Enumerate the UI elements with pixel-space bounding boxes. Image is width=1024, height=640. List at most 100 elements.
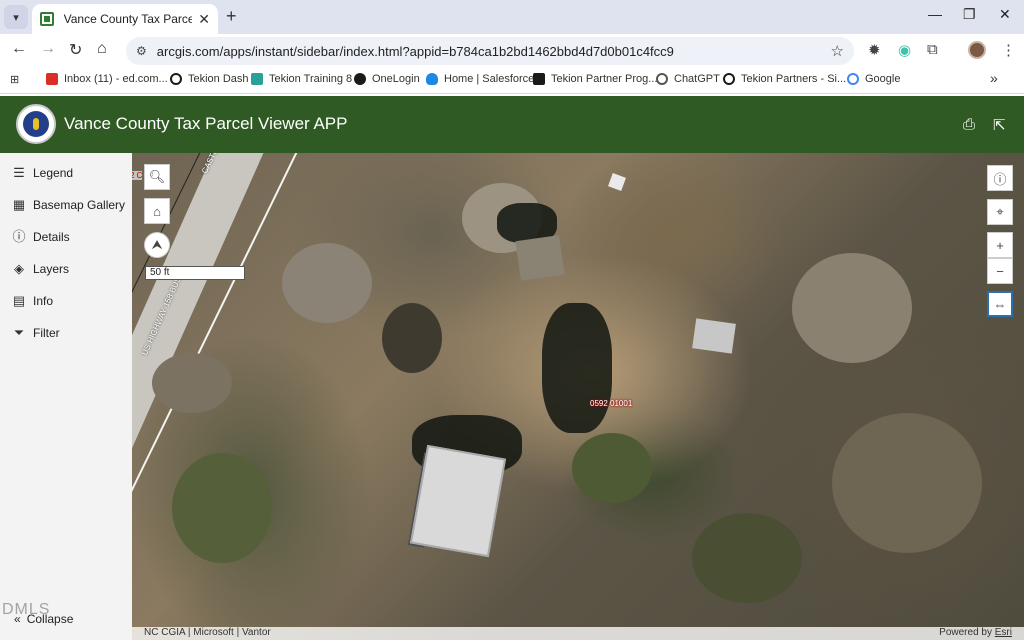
- esri-link[interactable]: Esri: [995, 627, 1012, 638]
- map-home-button[interactable]: ⌂: [144, 198, 170, 224]
- zoom-out-button[interactable]: −: [987, 258, 1013, 284]
- bookmark-google[interactable]: Google: [847, 73, 900, 85]
- tree-shadow: [542, 303, 612, 433]
- scale-bar: 50 ft: [145, 266, 245, 280]
- extensions-puzzle-icon[interactable]: ⧉: [927, 41, 938, 58]
- bookmark-tekion-partners[interactable]: Tekion Partners - Si...: [723, 73, 846, 85]
- map-view[interactable]: 2 C CASTLE DR US HIGHWAY 158 BUS 0592 01…: [132, 153, 1024, 640]
- browser-menu-icon[interactable]: ⋮: [1001, 41, 1016, 59]
- close-tab-icon[interactable]: ✕: [198, 11, 210, 28]
- tab-search-dropdown-icon[interactable]: ▾: [4, 5, 28, 29]
- chatgpt-icon: [656, 73, 668, 85]
- sidebar-item-label: Layers: [33, 262, 70, 276]
- ruler-icon: ⇔: [993, 296, 1007, 312]
- bookmarks-overflow-icon[interactable]: »: [990, 70, 998, 86]
- map-info-button[interactable]: ⓘ: [987, 165, 1013, 191]
- sidebar-item-layers[interactable]: ◈ Layers: [12, 261, 70, 277]
- forward-arrow-icon[interactable]: →: [40, 40, 56, 58]
- bookmark-gmail[interactable]: Inbox (11) - ed.com...: [46, 73, 168, 85]
- extension-circle-icon[interactable]: ◉: [898, 41, 911, 59]
- tree-canopy: [832, 413, 982, 553]
- compass-button[interactable]: ⮝: [144, 232, 170, 258]
- compass-icon: ⮝: [151, 237, 163, 252]
- tekion-partner-icon: [533, 73, 545, 85]
- outbuilding-structure: [692, 318, 736, 354]
- measure-button[interactable]: ⇔: [987, 291, 1013, 317]
- sidebar-item-legend[interactable]: ☰ Legend: [12, 165, 74, 181]
- sidebar-item-filter[interactable]: ⏷ Filter: [12, 325, 60, 341]
- search-icon: 🔍︎: [148, 169, 166, 184]
- print-icon[interactable]: ⎙: [963, 116, 975, 133]
- arcgis-favicon-icon: [40, 12, 54, 26]
- bookmark-tekion-dash[interactable]: Tekion Dash: [170, 73, 249, 85]
- bookmark-label: ChatGPT: [674, 73, 720, 85]
- profile-avatar[interactable]: [968, 41, 986, 59]
- county-seal-logo: [16, 104, 56, 144]
- map-search-button[interactable]: 🔍︎: [144, 164, 170, 190]
- collapse-label: Collapse: [26, 612, 74, 626]
- window-minimize-button[interactable]: —: [928, 6, 942, 22]
- sidebar-item-label: Filter: [33, 326, 60, 340]
- site-settings-icon[interactable]: ⚙: [136, 44, 147, 58]
- window-close-button[interactable]: ✕: [999, 6, 1011, 23]
- parcel-edge-label: 2 C: [132, 171, 143, 180]
- parcel-id-label[interactable]: 0592 01001: [590, 399, 632, 408]
- browser-tab-active[interactable]: Vance County Tax Parcel Viewer ✕: [32, 4, 218, 34]
- zoom-in-button[interactable]: +: [987, 232, 1013, 258]
- bookmark-salesforce[interactable]: Home | Salesforce: [426, 73, 534, 85]
- bookmark-tekion-training[interactable]: Tekion Training 8: [251, 73, 352, 85]
- bookmark-chatgpt[interactable]: ChatGPT: [656, 73, 720, 85]
- bookmark-tekion-partner-prog[interactable]: Tekion Partner Prog...: [533, 73, 657, 85]
- tree-canopy: [172, 453, 272, 563]
- bookmark-label: Inbox (11) - ed.com...: [64, 73, 168, 85]
- home-icon[interactable]: ⌂: [97, 40, 107, 58]
- crosshair-icon: ⌖: [996, 204, 1004, 219]
- tree-canopy: [692, 513, 802, 603]
- tree-canopy: [282, 243, 372, 323]
- bookmark-onelogin[interactable]: OneLogin: [354, 73, 420, 85]
- tekion-partners-icon: [723, 73, 735, 85]
- info-circle-icon: ⓘ: [12, 229, 26, 244]
- bookmark-label: Google: [865, 73, 901, 85]
- url-text[interactable]: arcgis.com/apps/instant/sidebar/index.ht…: [157, 44, 674, 59]
- bookmark-star-icon[interactable]: ☆: [831, 42, 844, 60]
- tree-canopy: [572, 433, 652, 503]
- gmail-icon: [46, 73, 58, 85]
- browser-toolbar: ← → ↻ ⌂ ⚙ arcgis.com/apps/instant/sideba…: [0, 34, 1024, 66]
- new-tab-button[interactable]: +: [226, 6, 237, 27]
- shed-structure: [515, 235, 565, 281]
- locate-button[interactable]: ⌖: [987, 199, 1013, 225]
- share-icon[interactable]: ⇱: [993, 116, 1006, 134]
- sidebar-item-details[interactable]: ⓘ Details: [12, 229, 69, 245]
- tree-canopy: [382, 303, 442, 373]
- address-bar[interactable]: ⚙ arcgis.com/apps/instant/sidebar/index.…: [126, 37, 854, 65]
- info-panel-icon: ▤: [12, 293, 26, 308]
- attribution-sources: NC CGIA | Microsoft | Vantor: [144, 627, 271, 638]
- bookmark-label: Tekion Dash: [188, 73, 249, 85]
- legend-icon: ☰: [13, 165, 25, 180]
- sidebar-item-label: Basemap Gallery: [33, 198, 126, 212]
- minus-icon: −: [996, 263, 1004, 279]
- layers-icon: ◈: [14, 261, 24, 276]
- sidebar-item-basemap-gallery[interactable]: ▦ Basemap Gallery: [12, 198, 126, 213]
- map-attribution: NC CGIA | Microsoft | Vantor Powered by …: [132, 627, 1024, 640]
- sidebar-item-label: Legend: [33, 166, 74, 180]
- google-icon: [847, 73, 859, 85]
- tekion-icon: [170, 73, 182, 85]
- sidebar-item-info[interactable]: ▤ Info: [12, 293, 53, 309]
- window-restore-button[interactable]: ❐: [963, 6, 976, 23]
- reload-icon[interactable]: ↻: [69, 40, 82, 60]
- small-structure: [608, 173, 626, 191]
- training-icon: [251, 73, 263, 85]
- collapse-chevron-icon: «: [14, 612, 21, 626]
- tree-canopy: [792, 253, 912, 363]
- powered-by: Powered by Esri: [939, 627, 1012, 638]
- bookmark-label: Tekion Partner Prog...: [551, 73, 658, 85]
- apps-grid-icon[interactable]: ⊞: [10, 73, 19, 86]
- back-arrow-icon[interactable]: ←: [11, 40, 27, 58]
- collapse-button[interactable]: « Collapse: [14, 612, 73, 626]
- extension-gear-icon[interactable]: ✹: [868, 41, 881, 59]
- app-header: Vance County Tax Parcel Viewer APP ⎙ ⇱: [0, 96, 1024, 153]
- filter-icon: ⏷: [13, 325, 25, 340]
- app-title: Vance County Tax Parcel Viewer APP: [64, 114, 348, 133]
